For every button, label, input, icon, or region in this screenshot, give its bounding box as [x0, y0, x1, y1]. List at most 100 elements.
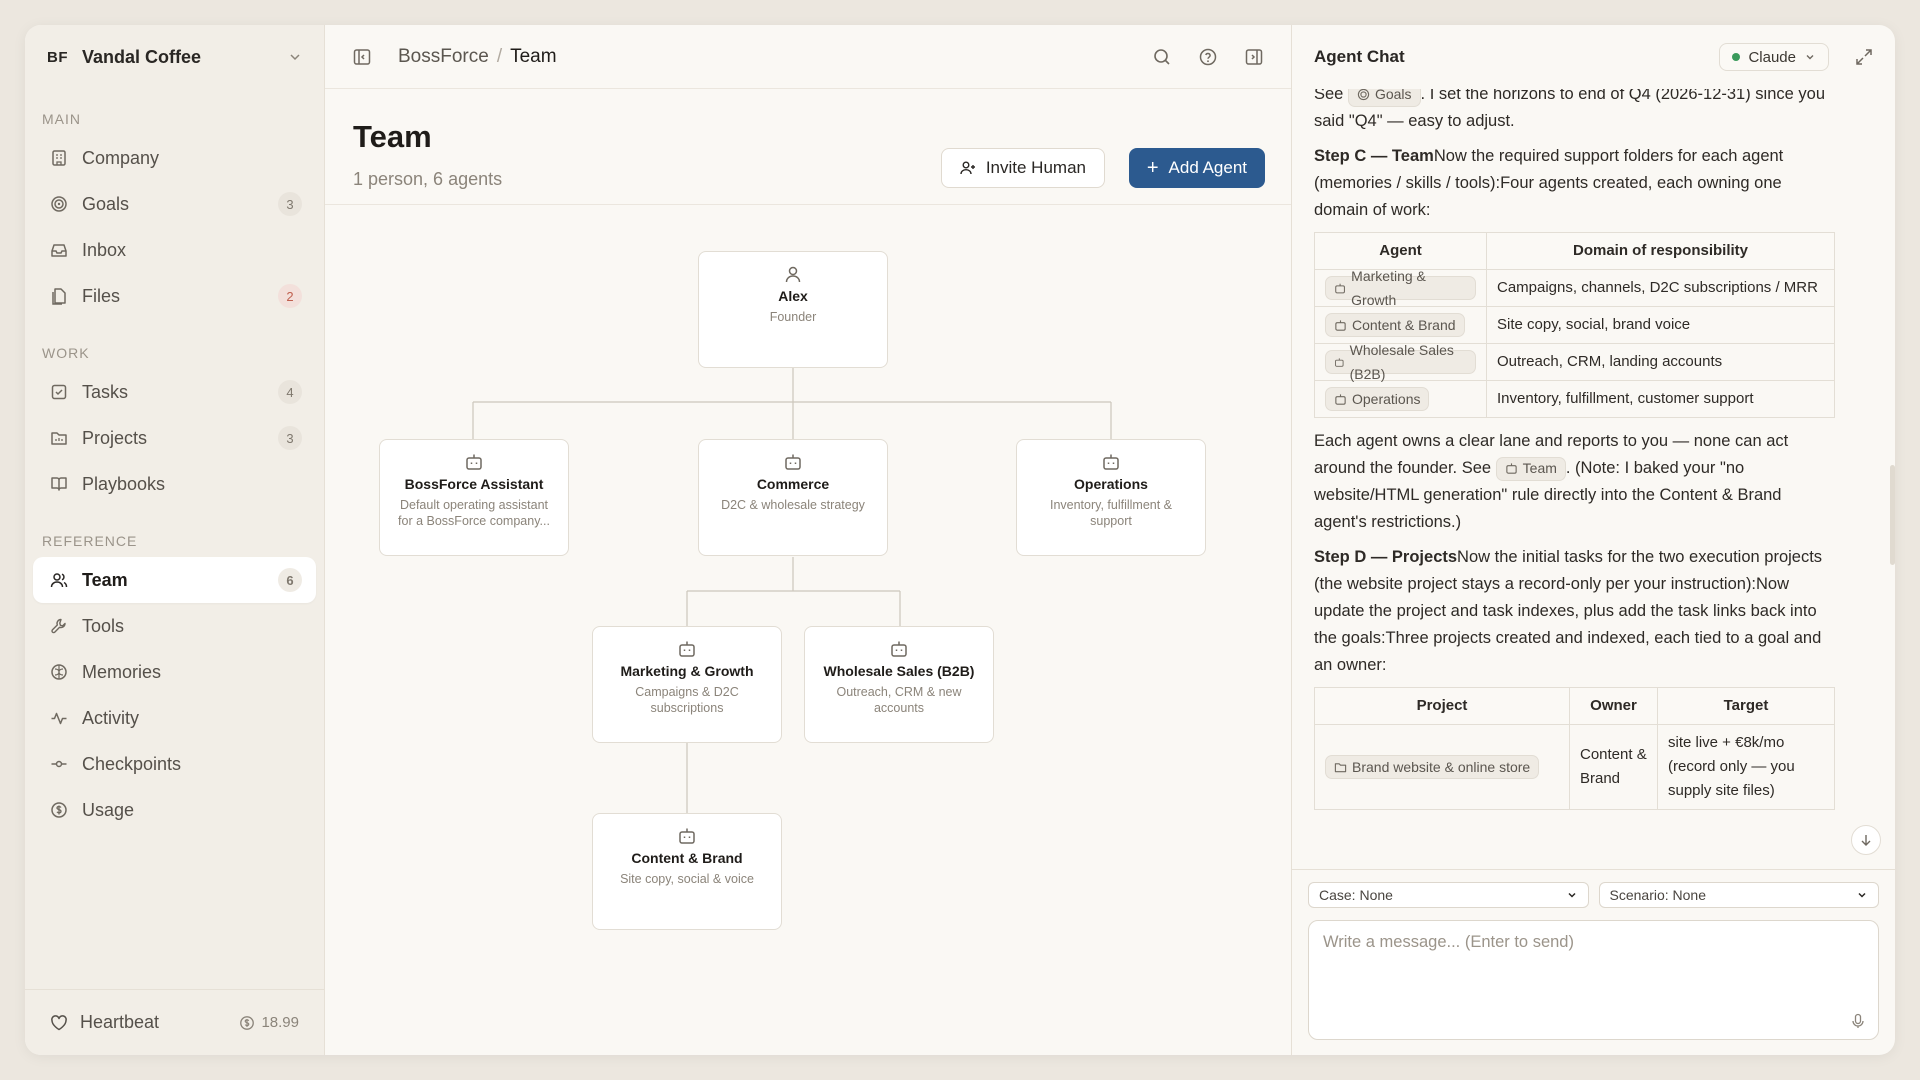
chat-messages: See Goals . I set the horizons to end of… [1292, 89, 1895, 869]
workspace-badge: BF [47, 48, 68, 66]
sidebar-item-label: Projects [82, 427, 148, 448]
heartbeat-link[interactable]: Heartbeat [80, 1012, 227, 1033]
org-node-commerce[interactable]: Commerce D2C & wholesale strategy [698, 439, 888, 556]
help-icon[interactable] [1198, 47, 1218, 67]
project-chip[interactable]: Brand website & online store [1325, 755, 1540, 780]
agents-table: Agent Domain of responsibility Marketing… [1314, 232, 1835, 419]
add-agent-button[interactable]: + Add Agent [1128, 148, 1265, 188]
projects-count-badge: 3 [278, 426, 302, 450]
goals-chip[interactable]: Goals [1347, 89, 1421, 107]
sidebar-item-label: Usage [82, 799, 135, 820]
select-value: Scenario: None [1609, 887, 1707, 903]
scroll-to-bottom-button[interactable] [1851, 825, 1881, 855]
expand-icon[interactable] [1855, 48, 1873, 66]
checkbox-icon [51, 384, 67, 400]
chat-paragraph: Step C — TeamNow the required support fo… [1314, 143, 1835, 224]
tasks-count-badge: 4 [278, 380, 302, 404]
chip-label: Team [1522, 460, 1557, 477]
sidebar-item-label: Playbooks [82, 473, 166, 494]
sidebar-item-projects[interactable]: Projects 3 [33, 415, 316, 461]
table-header: Owner [1569, 687, 1658, 726]
sidebar-item-label: Inbox [82, 239, 127, 260]
chat-composer-area: Case: None Scenario: None Write a messag… [1292, 869, 1895, 1055]
org-node-wholesale-sales[interactable]: Wholesale Sales (B2B) Outreach, CRM & ne… [804, 626, 994, 743]
chat-paragraph: Each agent owns a clear lane and reports… [1314, 428, 1835, 536]
breadcrumb-separator: / [496, 45, 503, 67]
status-dot [1732, 53, 1741, 61]
agent-chip[interactable]: Wholesale Sales (B2B) [1325, 342, 1476, 382]
arrow-down-icon [1861, 835, 1871, 846]
org-node-operations[interactable]: Operations Inventory, fulfillment & supp… [1016, 439, 1206, 556]
bot-icon [1335, 319, 1346, 331]
node-name: Alex [778, 288, 808, 304]
sidebar-item-tools[interactable]: Tools [33, 603, 316, 649]
breadcrumb-root[interactable]: BossForce [398, 46, 489, 68]
table-row: Operations Inventory, fulfillment, custo… [1314, 380, 1835, 419]
sidebar-footer: Heartbeat 18.99 [25, 989, 324, 1055]
agent-chip[interactable]: Operations [1325, 387, 1430, 412]
model-selector[interactable]: Claude [1719, 43, 1829, 71]
step-heading: Step D — Projects [1314, 548, 1458, 567]
folder-icon [51, 432, 67, 445]
invite-human-label: Invite Human [985, 158, 1086, 177]
sidebar-toggle-icon[interactable] [352, 47, 372, 67]
message-placeholder: Write a message... (Enter to send) [1323, 933, 1574, 951]
user-plus-icon [960, 161, 975, 175]
model-name: Claude [1748, 48, 1796, 66]
sidebar-item-label: Checkpoints [82, 753, 182, 774]
org-chart: Alex Founder BossForce Assistant Default… [325, 205, 1291, 1055]
microphone-icon[interactable] [1850, 1013, 1866, 1029]
sidebar-item-label: Goals [82, 193, 130, 214]
sidebar-item-files[interactable]: Files 2 [33, 273, 316, 319]
case-select[interactable]: Case: None [1308, 882, 1589, 908]
breadcrumb-current: Team [510, 45, 557, 67]
team-chip[interactable]: Team [1495, 456, 1566, 481]
scenario-select[interactable]: Scenario: None [1598, 882, 1879, 908]
sidebar-item-memories[interactable]: Memories [33, 649, 316, 695]
breadcrumb: BossForce / Team [398, 46, 1138, 68]
message-input[interactable]: Write a message... (Enter to send) [1308, 920, 1879, 1040]
users-icon [50, 573, 68, 588]
sidebar-item-goals[interactable]: Goals 3 [33, 181, 316, 227]
agent-chip[interactable]: Content & Brand [1325, 313, 1465, 338]
workspace-switcher[interactable]: BF Vandal Coffee [25, 25, 324, 89]
sidebar-item-label: Team [82, 569, 128, 590]
org-node-marketing-growth[interactable]: Marketing & Growth Campaigns & D2C subsc… [592, 626, 782, 743]
org-node-content-brand[interactable]: Content & Brand Site copy, social & voic… [592, 813, 782, 930]
chip-label: Operations [1352, 391, 1421, 408]
sidebar-item-inbox[interactable]: Inbox [33, 227, 316, 273]
page-subtitle: 1 person, 6 agents [353, 169, 503, 189]
table-header: Project [1314, 687, 1570, 726]
table-row: Wholesale Sales (B2B) Outreach, CRM, lan… [1314, 342, 1835, 382]
chevron-down-icon [1858, 892, 1866, 898]
node-description: Campaigns & D2C subscriptions [635, 685, 739, 715]
sidebar-item-activity[interactable]: Activity [33, 695, 316, 741]
chevron-down-icon [290, 54, 300, 61]
chip-label: Goals [1374, 89, 1412, 103]
sidebar-item-playbooks[interactable]: Playbooks [33, 461, 316, 507]
chip-label: Marketing & Growth [1351, 268, 1426, 309]
target-icon [1357, 89, 1370, 101]
sidebar-item-company[interactable]: Company [33, 135, 316, 181]
node-description: D2C & wholesale strategy [721, 498, 865, 512]
panel-toggle-icon[interactable] [1244, 47, 1264, 67]
bot-icon [1103, 454, 1119, 470]
sidebar-item-usage[interactable]: Usage [33, 787, 316, 833]
topbar: BossForce / Team [325, 25, 1291, 89]
sidebar-item-tasks[interactable]: Tasks 4 [33, 369, 316, 415]
agent-chip[interactable]: Marketing & Growth [1325, 268, 1476, 308]
sidebar-item-team[interactable]: Team 6 [33, 557, 316, 603]
org-node-alex[interactable]: Alex Founder [698, 251, 888, 368]
bot-icon [1335, 394, 1346, 405]
org-node-bossforce-assistant[interactable]: BossForce Assistant Default operating as… [379, 439, 569, 556]
sidebar-item-checkpoints[interactable]: Checkpoints [33, 741, 316, 787]
bot-icon [785, 454, 801, 470]
search-icon[interactable] [1152, 47, 1172, 67]
table-cell: Campaigns, channels, D2C subscriptions /… [1486, 268, 1835, 308]
table-cell: site live + €8k/mo (record only — you su… [1657, 724, 1835, 811]
chat-header: Agent Chat Claude [1292, 25, 1895, 89]
invite-human-button[interactable]: Invite Human [940, 148, 1105, 188]
table-cell: Content & Brand [1569, 724, 1658, 811]
chat-scrollbar[interactable] [1890, 465, 1895, 565]
node-description: Founder [769, 310, 817, 324]
